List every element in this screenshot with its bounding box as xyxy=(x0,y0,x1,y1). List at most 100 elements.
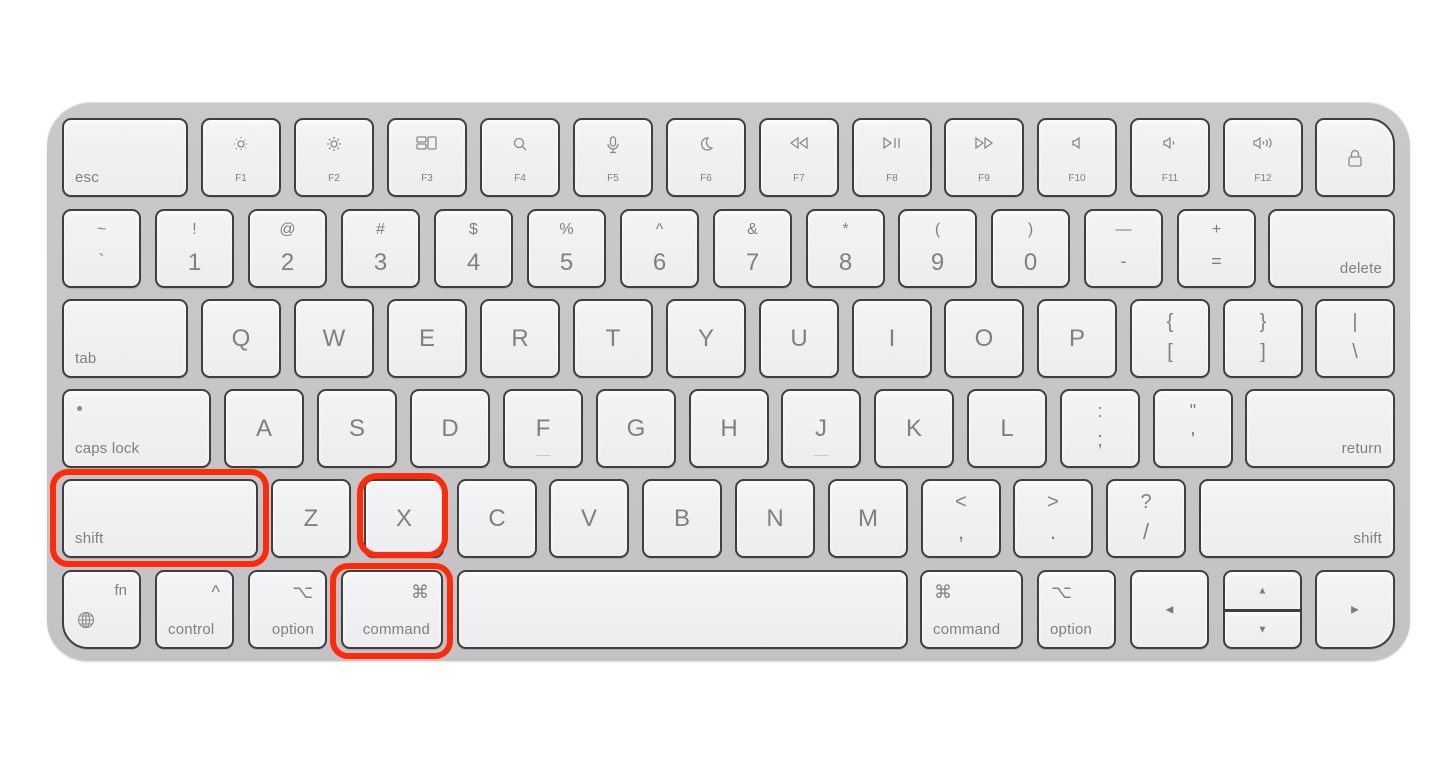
key-g[interactable]: G xyxy=(596,389,676,468)
volume-down-icon xyxy=(1132,136,1208,155)
key-u[interactable]: U xyxy=(759,299,839,378)
key-f12[interactable]: F12 xyxy=(1223,118,1303,197)
key-d[interactable]: D xyxy=(410,389,490,468)
key-esc[interactable]: esc xyxy=(62,118,188,197)
key-f4[interactable]: F4 xyxy=(480,118,560,197)
key-label-f12: F12 xyxy=(1254,173,1272,184)
key-arrow-up[interactable]: ▲ xyxy=(1223,570,1302,610)
key-b[interactable]: B xyxy=(642,479,722,558)
key-option-left[interactable]: ⌥ option xyxy=(248,570,327,649)
key-num-9[interactable]: (9 xyxy=(898,209,977,288)
key-f6[interactable]: F6 xyxy=(666,118,746,197)
key-label-v: V xyxy=(580,504,597,532)
key-spacebar[interactable] xyxy=(457,570,908,649)
key-m[interactable]: M xyxy=(828,479,908,558)
key-arrow-right[interactable]: ▶ xyxy=(1315,570,1395,649)
key-main-label: - xyxy=(1120,251,1127,271)
key-main-label: . xyxy=(1049,519,1057,544)
key-label-fn: fn xyxy=(114,582,127,599)
key-main-label: 7 xyxy=(745,249,760,276)
key-num-=[interactable]: + = xyxy=(1177,209,1256,288)
key-shift-left[interactable]: shift xyxy=(62,479,258,558)
key-main-label: [ xyxy=(1167,341,1173,363)
key-command-right[interactable]: ⌘ command xyxy=(920,570,1023,649)
key-f9[interactable]: F9 xyxy=(944,118,1024,197)
key-num-0[interactable]: ) 0 xyxy=(991,209,1070,288)
key-num-7[interactable]: & 7 xyxy=(713,209,792,288)
key-c[interactable]: C xyxy=(457,479,537,558)
key-num-4[interactable]: $4 xyxy=(434,209,513,288)
key-h[interactable]: H xyxy=(689,389,769,468)
key-shift-right[interactable]: shift xyxy=(1199,479,1395,558)
key-x[interactable]: X xyxy=(364,479,444,558)
key-punct5-2[interactable]: ? / xyxy=(1106,479,1186,558)
key-f11[interactable]: F11 xyxy=(1130,118,1210,197)
key-delete[interactable]: delete xyxy=(1268,209,1395,288)
key-v[interactable]: V xyxy=(549,479,629,558)
key-k[interactable]: K xyxy=(874,389,954,468)
key-label-x: X xyxy=(395,504,412,532)
key-s[interactable]: S xyxy=(317,389,397,468)
key-option-right[interactable]: ⌥ option xyxy=(1037,570,1116,649)
key-t[interactable]: T xyxy=(573,299,653,378)
key-z[interactable]: Z xyxy=(271,479,351,558)
key-o[interactable]: O xyxy=(944,299,1024,378)
key-q[interactable]: Q xyxy=(201,299,281,378)
key-label-f6: F6 xyxy=(700,173,712,184)
key-bracket-1[interactable]: }] xyxy=(1223,299,1303,378)
key-num-5[interactable]: % 5 xyxy=(527,209,606,288)
key-f10[interactable]: F10 xyxy=(1037,118,1117,197)
volume-up-icon xyxy=(1225,136,1301,155)
key-r[interactable]: R xyxy=(480,299,560,378)
key-f8[interactable]: F8 xyxy=(852,118,932,197)
key-f5[interactable]: F5 xyxy=(573,118,653,197)
key-num-1[interactable]: ! 1 xyxy=(155,209,234,288)
key-f3[interactable]: F3 xyxy=(387,118,467,197)
key-label-a: A xyxy=(255,414,272,442)
key-shift-label: } xyxy=(1259,311,1267,333)
key-main-label: 3 xyxy=(373,249,388,276)
key-arrow-left[interactable]: ◀ xyxy=(1130,570,1209,649)
key-num-2[interactable]: @2 xyxy=(248,209,327,288)
key-label-c: C xyxy=(488,504,506,532)
key-lock[interactable] xyxy=(1315,118,1395,197)
key-f7[interactable]: F7 xyxy=(759,118,839,197)
key-w[interactable]: W xyxy=(294,299,374,378)
key-control[interactable]: ^ control xyxy=(155,570,234,649)
microphone-icon xyxy=(575,136,651,159)
arrow-up-icon: ▲ xyxy=(1257,585,1268,597)
key-label-t: T xyxy=(605,324,621,352)
key-f1[interactable]: F1 xyxy=(201,118,281,197)
key-y[interactable]: Y xyxy=(666,299,746,378)
key-i[interactable]: I xyxy=(852,299,932,378)
key-num-6[interactable]: ^ 6 xyxy=(620,209,699,288)
key-num-8[interactable]: * 8 xyxy=(806,209,885,288)
key-fn[interactable]: fn xyxy=(62,570,141,649)
key-punct-1[interactable]: " ' xyxy=(1153,389,1233,468)
key-l[interactable]: L xyxy=(967,389,1047,468)
key-return[interactable]: return xyxy=(1245,389,1395,468)
key-f[interactable]: F xyxy=(503,389,583,468)
key-label-esc: esc xyxy=(75,169,99,186)
key-punct-0[interactable]: :; xyxy=(1060,389,1140,468)
key-label-i: I xyxy=(888,324,896,352)
key-shift-label: ~ xyxy=(96,221,107,238)
key-j[interactable]: J xyxy=(781,389,861,468)
key-num-3[interactable]: #3 xyxy=(341,209,420,288)
brightness-up-icon xyxy=(296,136,372,157)
key-tab[interactable]: tab xyxy=(62,299,188,378)
key-bracket-0[interactable]: {[ xyxy=(1130,299,1210,378)
key-backtick[interactable]: ~ ` xyxy=(62,209,141,288)
key-punct5-1[interactable]: >. xyxy=(1013,479,1093,558)
key-command-left[interactable]: ⌘ command xyxy=(341,570,443,649)
key-p[interactable]: P xyxy=(1037,299,1117,378)
key-arrow-down[interactable]: ▼ xyxy=(1223,609,1302,649)
key-e[interactable]: E xyxy=(387,299,467,378)
key-punct5-0[interactable]: <, xyxy=(921,479,1001,558)
key-num--[interactable]: — - xyxy=(1084,209,1163,288)
key-caps-lock[interactable]: caps lock xyxy=(62,389,211,468)
key-f2[interactable]: F2 xyxy=(294,118,374,197)
key-a[interactable]: A xyxy=(224,389,304,468)
key-bracket-2[interactable]: | \ xyxy=(1315,299,1395,378)
key-n[interactable]: N xyxy=(735,479,815,558)
